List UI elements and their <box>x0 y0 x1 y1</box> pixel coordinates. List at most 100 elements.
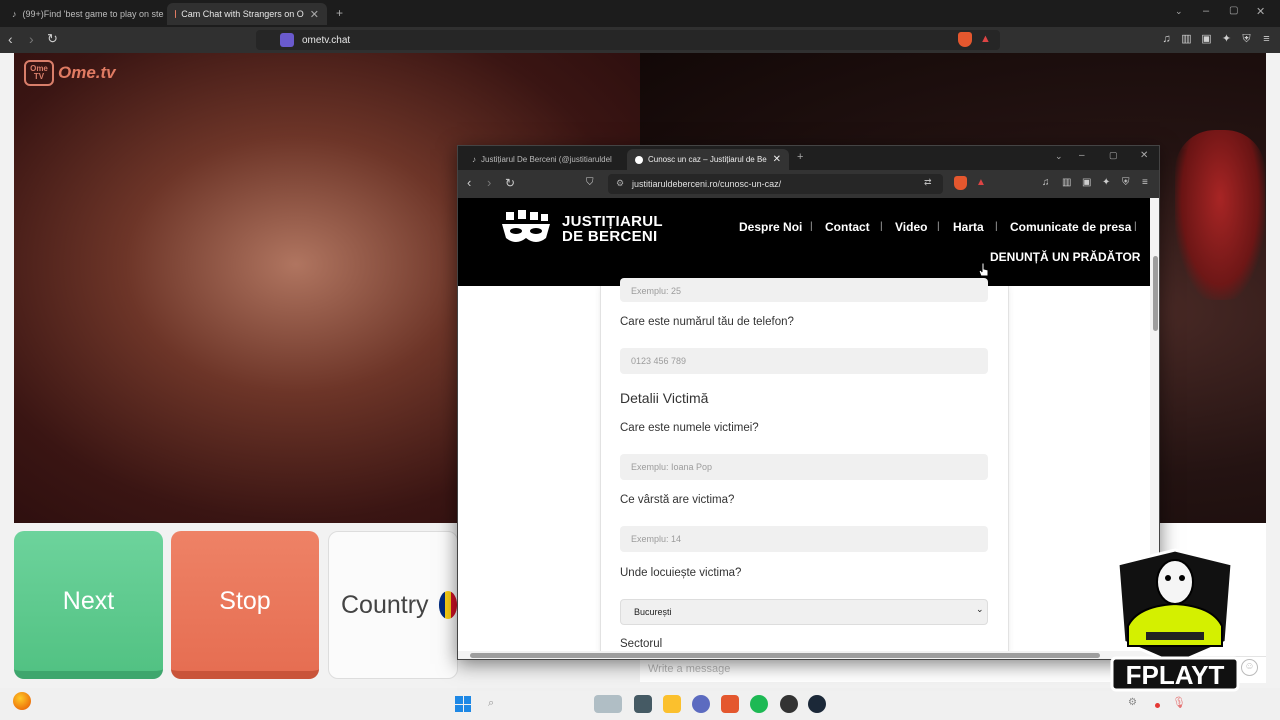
menu-icon[interactable]: ≡ <box>1142 177 1148 188</box>
vpn-icon[interactable]: ⛨ <box>1122 177 1130 188</box>
steam-icon[interactable] <box>808 695 826 713</box>
obs-icon[interactable] <box>780 695 798 713</box>
brave-shields-icon[interactable] <box>954 176 967 190</box>
back-icon[interactable]: ‹ <box>8 31 13 47</box>
inner-browser-window: ♪ Justițiarul De Berceni (@justitiarulde… <box>457 145 1160 660</box>
back-icon[interactable]: ‹ <box>467 175 471 190</box>
ometv-badge-icon: Ome TV <box>24 60 54 86</box>
spotify-icon[interactable] <box>750 695 768 713</box>
chevron-down-icon: ⌄ <box>976 604 984 614</box>
menu-icon[interactable]: ≡ <box>1260 33 1273 46</box>
nav-comunicate[interactable]: Comunicate de presa <box>1010 220 1131 234</box>
tab-label: Cam Chat with Strangers on O <box>181 9 304 19</box>
victim-name-field[interactable]: Exemplu: Ioana Pop <box>620 454 988 480</box>
headphones-shape <box>1175 130 1265 300</box>
tab-list-chevron-icon[interactable]: ⌄ <box>1175 6 1183 17</box>
sector-label: Sectorul <box>620 638 663 650</box>
weather-icon[interactable] <box>13 692 31 710</box>
hand-cursor-icon <box>978 262 989 277</box>
brave-rewards-icon[interactable]: ▲ <box>980 33 991 45</box>
search-icon[interactable]: ⌕ <box>488 697 494 710</box>
tray-icon[interactable]: ⚙ <box>1128 697 1137 708</box>
close-tab-icon[interactable]: ✕ <box>310 8 319 21</box>
inner-tab-bar: ♪ Justițiarul De Berceni (@justitiarulde… <box>458 146 1159 170</box>
wallet-icon[interactable]: ▣ <box>1082 177 1091 188</box>
reload-icon[interactable]: ↻ <box>505 176 515 190</box>
victim-name-placeholder: Exemplu: Ioana Pop <box>631 462 713 472</box>
address-bar[interactable]: ⚙ justitiaruldeberceni.ro/cunosc-un-caz/ <box>608 174 943 194</box>
leo-ai-icon[interactable]: ✦ <box>1102 177 1110 188</box>
sidebar-icon[interactable]: ▥ <box>1180 33 1193 46</box>
tiktok-icon: ♪ <box>12 9 17 19</box>
new-tab-button[interactable]: + <box>797 151 803 163</box>
emoji-icon[interactable]: ☺ <box>1241 659 1258 676</box>
inner-tab-tiktok[interactable]: ♪ Justițiarul De Berceni (@justitiarulde… <box>464 149 622 170</box>
outer-tab-tiktok[interactable]: ♪ (99+)Find 'best game to play on stea <box>4 3 164 25</box>
leo-ai-icon[interactable]: ✦ <box>1220 33 1233 46</box>
nav-harta[interactable]: Harta <box>953 220 984 234</box>
country-button[interactable]: Country <box>328 531 458 679</box>
victim-age-field[interactable]: Exemplu: 14 <box>620 526 988 552</box>
phone-label: Care este numărul tău de telefon? <box>620 316 794 328</box>
minimize-button[interactable]: – <box>1203 5 1209 17</box>
nav-separator: | <box>810 221 813 232</box>
vertical-scroll-thumb[interactable] <box>1153 256 1158 331</box>
brave-icon[interactable] <box>721 695 739 713</box>
url-text: justitiaruldeberceni.ro/cunosc-un-caz/ <box>632 179 782 189</box>
brave-shields-icon[interactable] <box>958 32 972 47</box>
discord-icon[interactable] <box>692 695 710 713</box>
media-icon[interactable]: ♫ <box>1160 33 1173 46</box>
logo-line2: DE BERCENI <box>562 228 658 245</box>
bookmark-icon[interactable]: ⛉ <box>586 177 594 188</box>
maximize-button[interactable]: ▢ <box>1109 150 1118 161</box>
stop-button[interactable]: Stop <box>171 531 319 679</box>
start-icon[interactable] <box>455 696 471 712</box>
site-logo[interactable]: JUSTIȚIARUL DE BERCENI <box>500 210 663 248</box>
nav-despre-noi[interactable]: Despre Noi <box>739 220 802 234</box>
translate-icon[interactable]: ⇄ <box>924 177 932 188</box>
maximize-button[interactable]: ▢ <box>1229 5 1238 16</box>
nav-denunta-button[interactable]: DENUNȚĂ UN PRĂDĂTOR <box>990 250 1140 264</box>
outer-tab-bar: ♪ (99+)Find 'best game to play on stea C… <box>0 0 1280 27</box>
victim-location-select[interactable]: București <box>620 599 988 625</box>
phone-placeholder: 0123 456 789 <box>631 356 687 366</box>
reload-icon[interactable]: ↻ <box>47 31 58 47</box>
recording-dot-icon <box>1155 703 1160 708</box>
horizontal-scroll-thumb[interactable] <box>470 653 1100 658</box>
nav-video[interactable]: Video <box>895 220 927 234</box>
sidebar-icon[interactable]: ▥ <box>1062 177 1071 188</box>
file-explorer-icon[interactable] <box>663 695 681 713</box>
forward-icon[interactable]: › <box>29 31 34 47</box>
close-window-button[interactable]: ✕ <box>1140 150 1148 161</box>
victim-name-label: Care este numele victimei? <box>620 422 759 434</box>
site-info-icon[interactable]: ⚙ <box>616 178 624 189</box>
microphone-icon[interactable]: 🎙 <box>1172 696 1186 709</box>
section-title-victim: Detalii Victimă <box>620 390 709 406</box>
close-window-button[interactable]: ✕ <box>1256 5 1265 18</box>
minimize-button[interactable]: – <box>1079 150 1085 161</box>
address-bar[interactable]: ometv.chat <box>256 30 1000 50</box>
phone-field[interactable]: 0123 456 789 <box>620 348 988 374</box>
nav-contact[interactable]: Contact <box>825 220 870 234</box>
nav-separator: | <box>937 221 940 232</box>
task-view-icon[interactable] <box>594 695 622 713</box>
vpn-icon[interactable]: ⛨ <box>1240 33 1253 46</box>
next-button[interactable]: Next <box>14 531 163 679</box>
ometv-logo: Ome TV Ome.tv <box>24 60 116 86</box>
inner-tab-cunosc[interactable]: Cunosc un caz – Justițiarul de Be ✕ <box>627 149 789 170</box>
forward-icon[interactable]: › <box>487 175 491 190</box>
tab-list-chevron-icon[interactable]: ⌄ <box>1055 151 1063 162</box>
app-icon[interactable] <box>634 695 652 713</box>
nav-separator: | <box>995 221 998 232</box>
close-tab-icon[interactable]: ✕ <box>773 154 781 165</box>
media-icon[interactable]: ♫ <box>1042 177 1050 188</box>
new-tab-button[interactable]: + <box>336 6 343 20</box>
victim-age-placeholder: Exemplu: 14 <box>631 534 682 544</box>
outer-tab-ometv[interactable]: Cam Chat with Strangers on O ✕ <box>167 3 327 25</box>
fplayt-streamer-logo: FPLAYT <box>1110 548 1240 692</box>
age-field[interactable]: Exemplu: 25 <box>620 278 988 302</box>
site-favicon-icon <box>280 33 294 47</box>
age-placeholder: Exemplu: 25 <box>631 286 682 296</box>
brave-rewards-icon[interactable]: ▲ <box>976 177 986 188</box>
wallet-icon[interactable]: ▣ <box>1200 33 1213 46</box>
